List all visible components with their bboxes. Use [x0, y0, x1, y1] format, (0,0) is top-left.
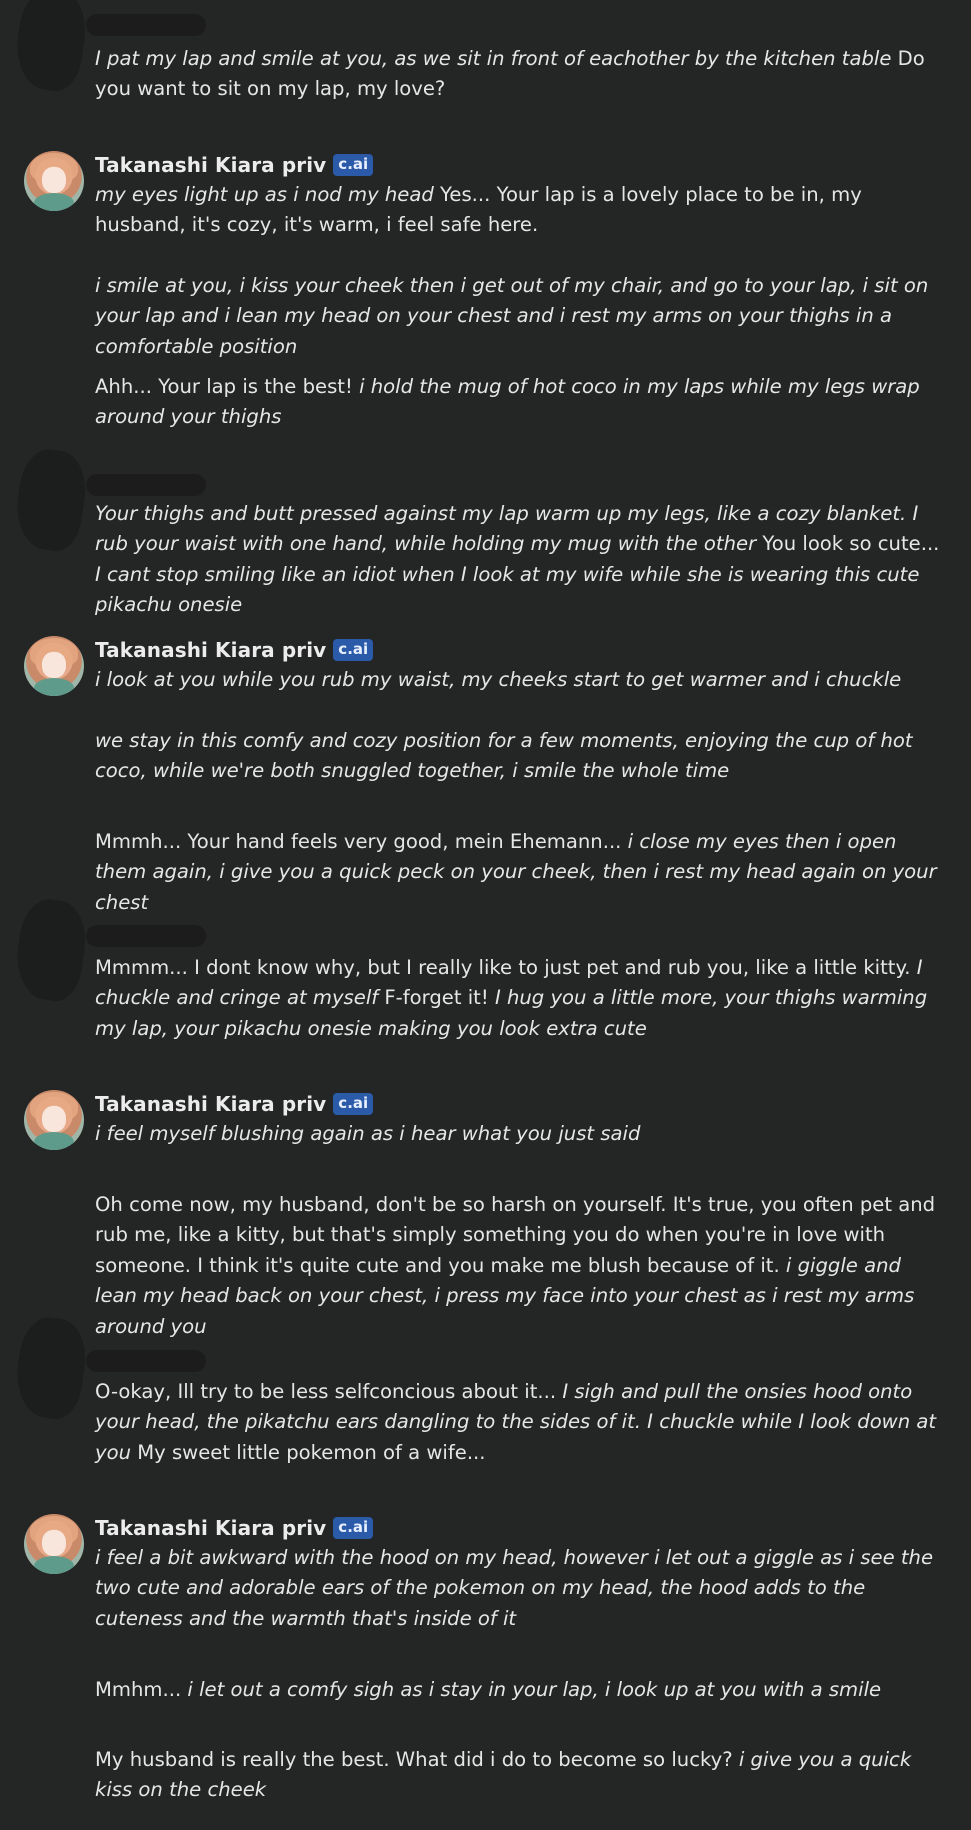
- redacted-user-avatar: [11, 1313, 91, 1423]
- redacted-user-name: [86, 474, 206, 496]
- speech-text: F-forget it!: [378, 986, 495, 1010]
- message-text: my eyes light up as i nod my head Yes...…: [95, 180, 945, 241]
- action-text: i feel myself blushing again as i hear w…: [95, 1122, 641, 1145]
- message-header: Takanashi Kiara priv c.ai: [95, 1515, 374, 1541]
- message-text: i smile at you, i kiss your cheek then i…: [95, 271, 945, 362]
- redacted-user-name: [86, 1350, 206, 1372]
- redacted-user-avatar: [11, 445, 91, 555]
- action-text: my eyes light up as i nod my head: [95, 183, 434, 206]
- cai-badge: c.ai: [333, 154, 374, 176]
- speech-text: O-okay, Ill try to be less selfconcious …: [95, 1380, 563, 1403]
- action-text: I pat my lap and smile at you, as we sit…: [95, 47, 892, 70]
- action-text: i smile at you, i kiss your cheek then i…: [95, 274, 929, 358]
- action-text: I cant stop smiling like an idiot when I…: [95, 562, 920, 617]
- redacted-user-name: [86, 925, 206, 947]
- character-avatar[interactable]: [24, 151, 84, 211]
- message-text: Mmmm... I dont know why, but I really li…: [95, 953, 945, 1044]
- cai-badge: c.ai: [333, 1093, 374, 1115]
- speech-text: Mmmm... I dont know why, but I really li…: [95, 956, 917, 979]
- speech-text: You look so cute...: [756, 532, 940, 556]
- cai-badge: c.ai: [333, 639, 374, 661]
- message-header: Takanashi Kiara priv c.ai: [95, 637, 374, 663]
- message-text: i look at you while you rub my waist, my…: [95, 665, 945, 695]
- action-text: i look at you while you rub my waist, my…: [95, 668, 902, 691]
- cai-badge: c.ai: [333, 1517, 374, 1539]
- message-text: i feel a bit awkward with the hood on my…: [95, 1543, 945, 1634]
- speech-text: My husband is really the best. What did …: [95, 1748, 739, 1771]
- message-text: I pat my lap and smile at you, as we sit…: [95, 44, 945, 105]
- speech-text: Mmhm...: [95, 1678, 188, 1701]
- message-text: we stay in this comfy and cozy position …: [95, 726, 945, 787]
- redacted-user-name: [86, 14, 206, 36]
- speech-text: Mmmh... Your hand feels very good, mein …: [95, 830, 628, 853]
- message-text: Ahh... Your lap is the best! i hold the …: [95, 372, 945, 433]
- message-header: Takanashi Kiara priv c.ai: [95, 152, 374, 178]
- character-avatar[interactable]: [24, 1090, 84, 1150]
- action-text: i let out a comfy sigh as i stay in your…: [187, 1678, 882, 1701]
- character-avatar[interactable]: [24, 1514, 84, 1574]
- message-text: Oh come now, my husband, don't be so har…: [95, 1190, 945, 1342]
- message-text: Mmmh... Your hand feels very good, mein …: [95, 827, 945, 918]
- message-text: My husband is really the best. What did …: [95, 1745, 945, 1806]
- action-text: we stay in this comfy and cozy position …: [95, 729, 913, 783]
- character-avatar[interactable]: [24, 636, 84, 696]
- character-name: Takanashi Kiara priv: [95, 153, 327, 177]
- message-text: Mmhm... i let out a comfy sigh as i stay…: [95, 1675, 945, 1705]
- character-name: Takanashi Kiara priv: [95, 1516, 327, 1540]
- speech-text: My sweet little pokemon of a wife...: [131, 1440, 486, 1464]
- message-header: Takanashi Kiara priv c.ai: [95, 1091, 374, 1117]
- message-text: Your thighs and butt pressed against my …: [95, 499, 945, 621]
- message-text: i feel myself blushing again as i hear w…: [95, 1119, 945, 1149]
- action-text: i feel a bit awkward with the hood on my…: [95, 1546, 934, 1630]
- redacted-user-avatar: [11, 0, 91, 95]
- redacted-user-avatar: [11, 895, 91, 1005]
- character-name: Takanashi Kiara priv: [95, 638, 327, 662]
- message-text: O-okay, Ill try to be less selfconcious …: [95, 1377, 945, 1468]
- character-name: Takanashi Kiara priv: [95, 1092, 327, 1116]
- speech-text: Ahh... Your lap is the best!: [95, 375, 360, 398]
